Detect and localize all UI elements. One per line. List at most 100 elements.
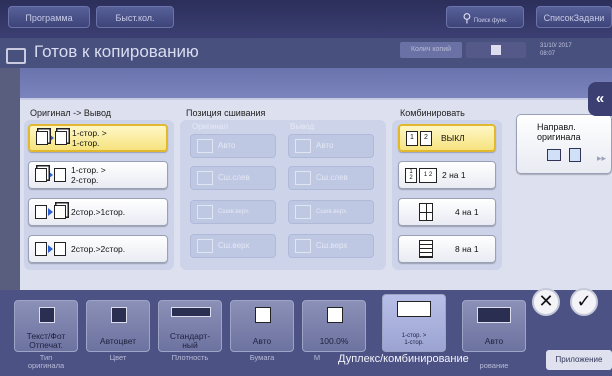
- option-label: 8 на 1: [455, 244, 479, 254]
- time-text: 08:07: [540, 51, 556, 57]
- binding-original-top-alt: Сшив.верх.: [190, 200, 276, 224]
- category-label: Тип оригинала: [27, 353, 65, 370]
- category-label: Цвет: [109, 353, 127, 362]
- duplex-combine-tile[interactable]: 1-стор. > 1-стор.: [382, 294, 446, 352]
- combine-off[interactable]: 12 ВЫКЛ: [398, 124, 496, 152]
- combine-panel: 12 ВЫКЛ 121 2 2 на 1 4 на 1 8 на 1: [392, 120, 502, 270]
- 1side-2side-icon: [35, 166, 66, 184]
- 1side-1side-icon: [36, 129, 67, 147]
- left-binding-icon: [197, 171, 213, 185]
- auto-binding-icon: [197, 139, 213, 153]
- combine-4in1[interactable]: 4 на 1: [398, 198, 496, 226]
- auto-binding-icon: [295, 139, 311, 153]
- combine-4in1-icon: [419, 203, 433, 221]
- top-binding-icon: [197, 239, 213, 253]
- option-label: Авто: [316, 141, 334, 150]
- applications-button[interactable]: Приложение: [546, 350, 612, 370]
- chevron-right-icon: ▸▸: [597, 153, 607, 163]
- tile-label: 100.0%: [319, 336, 349, 346]
- original-output-label: Оригинал -> Вывод: [30, 108, 112, 118]
- combine-8in1[interactable]: 8 на 1: [398, 235, 496, 263]
- option-label: Сш.верх: [316, 241, 348, 250]
- quick-copy-button[interactable]: Быст.кол.: [96, 6, 174, 28]
- collapse-panel-button[interactable]: «: [588, 82, 612, 116]
- option-label: 2стор.>2стор.: [71, 244, 126, 254]
- binding-output-top-alt: Сшив.верх.: [288, 200, 374, 224]
- ok-button[interactable]: ✓: [570, 288, 598, 316]
- search-label: Поиск функ.: [473, 18, 508, 24]
- binding-position-label: Позиция сшивания: [186, 108, 266, 118]
- option-1side-1side[interactable]: 1-стор. > 1-стор.: [28, 124, 168, 152]
- zoom-icon: [327, 307, 343, 323]
- dialog-header: [20, 68, 612, 98]
- option-2side-1side[interactable]: 2стор.>1стор.: [28, 198, 168, 226]
- original-type-tile[interactable]: Текст/Фот Отпечат.: [14, 300, 78, 352]
- binding-output-label: Вывод: [290, 122, 315, 131]
- option-label: Сш.верх: [218, 241, 250, 250]
- option-label: 2 на 1: [442, 170, 466, 180]
- copies-label: Колич копий: [400, 42, 462, 58]
- finishing-icon: [477, 307, 511, 323]
- cancel-button[interactable]: ✕: [532, 288, 560, 316]
- top-binding-alt-icon: [295, 205, 311, 219]
- search-button[interactable]: ⚲ Поиск функ.: [446, 6, 524, 28]
- left-binding-icon: [295, 171, 311, 185]
- zoom-tile[interactable]: 100.0%: [302, 300, 366, 352]
- original-direction-button[interactable]: Направл. оригинала ▸▸: [516, 114, 612, 174]
- finishing-tile[interactable]: Авто: [462, 300, 526, 352]
- category-label: Бумага: [249, 353, 275, 362]
- paper-tile[interactable]: Авто: [230, 300, 294, 352]
- double-chevron-left-icon: «: [595, 90, 605, 107]
- copies-icon: [491, 45, 501, 55]
- tile-label: 1-стор. > 1-стор.: [401, 333, 427, 346]
- combine-2in1[interactable]: 121 2 2 на 1: [398, 161, 496, 189]
- category-label: М: [313, 353, 321, 362]
- option-label: 4 на 1: [455, 207, 479, 217]
- job-list-button[interactable]: СписокЗадани: [536, 6, 612, 28]
- paper-icon: [255, 307, 271, 323]
- tile-label: Автоцвет: [99, 336, 137, 346]
- direction-landscape-icon: [569, 148, 581, 162]
- option-2side-2side[interactable]: 2стор.>2стор.: [28, 235, 168, 263]
- combine-off-icon: 12: [406, 130, 432, 146]
- check-icon: ✓: [576, 291, 592, 311]
- tile-label: Авто: [252, 336, 272, 346]
- date-time: 31/10/ 2017 08:07: [540, 42, 572, 58]
- copies-value[interactable]: [466, 42, 526, 58]
- title-row: Готов к копированию Колич копий 31/10/ 2…: [0, 38, 612, 68]
- color-tile[interactable]: Автоцвет: [86, 300, 150, 352]
- 2side-2side-icon: [35, 240, 66, 258]
- binding-original-top: Сш.верх: [190, 234, 276, 258]
- option-label: Сш.слев: [316, 173, 348, 182]
- top-binding-icon: [295, 239, 311, 253]
- bottom-toolbar: Текст/Фот Отпечат. Автоцвет Стандарт- ны…: [0, 290, 612, 376]
- status-text: Дуплекс/комбинирование: [338, 353, 469, 365]
- option-label: Авто: [218, 141, 236, 150]
- binding-output-top: Сш.верх: [288, 234, 374, 258]
- close-icon: ✕: [538, 291, 554, 311]
- option-label: ВЫКЛ: [441, 133, 465, 143]
- category-label: Плотность: [171, 353, 209, 362]
- original-type-icon: [39, 307, 55, 323]
- program-button[interactable]: Программа: [8, 6, 90, 28]
- option-1side-2side[interactable]: 1-стор. > 2-стор.: [28, 161, 168, 189]
- tile-label: Стандарт- ный: [169, 331, 211, 350]
- binding-output-auto: Авто: [288, 134, 374, 158]
- color-icon: [111, 307, 127, 323]
- option-label: Сш.слев: [218, 173, 250, 182]
- top-binding-alt-icon: [197, 205, 213, 219]
- binding-original-auto: Авто: [190, 134, 276, 158]
- duplex-combine-dialog: Оригинал -> Вывод 1-стор. > 1-стор. 1-ст…: [20, 68, 612, 290]
- binding-original-left: Сш.слев: [190, 166, 276, 190]
- option-label: Сшив.верх.: [316, 209, 348, 215]
- binding-original-label: Оригинал: [192, 122, 229, 131]
- dialog-body: Оригинал -> Вывод 1-стор. > 1-стор. 1-ст…: [20, 98, 612, 290]
- combine-2in1-icon: 121 2: [405, 167, 437, 183]
- option-label: 1-стор. > 1-стор.: [72, 128, 107, 148]
- search-icon: ⚲: [462, 11, 472, 25]
- date-text: 31/10/ 2017: [540, 43, 572, 49]
- density-tile[interactable]: Стандарт- ный: [158, 300, 222, 352]
- option-label: Сшив.верх.: [218, 209, 250, 215]
- combine-8in1-icon: [419, 240, 433, 258]
- 2side-1side-icon: [35, 203, 66, 221]
